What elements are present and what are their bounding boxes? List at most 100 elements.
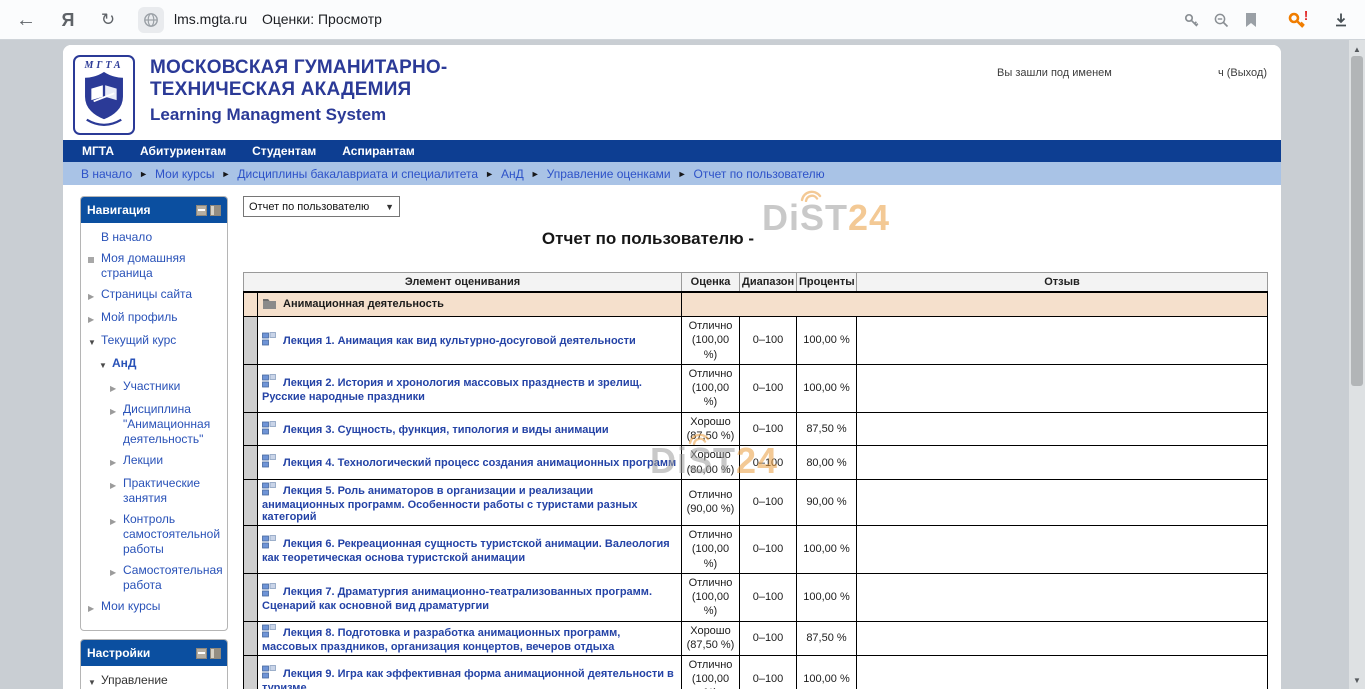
grade-item-link[interactable]: Лекция 9. Игра как эффективная форма ани… — [262, 668, 674, 689]
main-region: Отчет по пользователю ▼ Отчет по пользов… — [243, 196, 1267, 689]
sidebar-nav-item[interactable]: Контроль самостоятельной работы — [88, 512, 222, 557]
settings-block-title: Настройки — [87, 646, 193, 660]
password-key-icon[interactable] — [1180, 9, 1202, 31]
grade-item-link[interactable]: Лекция 3. Сущность, функция, типология и… — [283, 424, 609, 436]
col-header-item: Элемент оценивания — [244, 273, 682, 293]
dock-block-icon[interactable] — [210, 648, 221, 659]
breadcrumb-link[interactable]: Отчет по пользователю — [694, 167, 825, 181]
navigation-block-header: Навигация — [81, 197, 227, 223]
navbar-link[interactable]: Аспирантам — [342, 144, 415, 158]
sidebar-nav-item[interactable]: Моя домашняя страница — [88, 251, 222, 281]
sidebar-settings-item[interactable]: Управление оценками — [88, 673, 222, 689]
breadcrumb-link[interactable]: Дисциплины бакалавриата и специалитета — [237, 167, 478, 181]
grade-cell: Хорошо (80,00 %) — [682, 446, 740, 480]
sidebar-item-label: Участники — [123, 379, 180, 394]
tree-toggle-icon — [88, 251, 101, 263]
grade-item-row: Лекция 9. Игра как эффективная форма ани… — [244, 655, 1268, 689]
col-header-range: Диапазон — [740, 273, 797, 293]
back-icon[interactable]: ← — [14, 8, 38, 32]
sidebar-nav-item[interactable]: Текущий курс — [88, 333, 222, 350]
sidebar-nav-item[interactable]: Самостоятельная работа — [88, 563, 222, 593]
password-alert-icon[interactable]: ! — [1286, 9, 1308, 31]
sidebar-item-label: Мои курсы — [101, 599, 160, 614]
sidebar-item-label: Управление оценками — [101, 673, 222, 689]
tree-toggle-icon — [88, 333, 101, 350]
grade-item-row: Лекция 6. Рекреационная сущность туристс… — [244, 525, 1268, 573]
scroll-up-icon[interactable]: ▲ — [1349, 42, 1365, 56]
grade-cell: Отлично (100,00 %) — [682, 655, 740, 689]
logout-link[interactable]: ч (Выход) — [1218, 67, 1267, 79]
grade-item-link[interactable]: Лекция 8. Подготовка и разработка анимац… — [262, 627, 620, 653]
grade-report-icon — [88, 673, 101, 689]
percent-cell: 80,00 % — [797, 446, 857, 480]
settings-block-header: Настройки — [81, 640, 227, 666]
item-title-cell: Лекция 2. История и хронология массовых … — [258, 364, 682, 412]
sidebar-nav-item[interactable]: Мой профиль — [88, 310, 222, 327]
navbar-link[interactable]: Студентам — [252, 144, 316, 158]
breadcrumb: ► В начало ► Мои курсы ► Дисциплины бака… — [63, 162, 1281, 185]
url-text[interactable]: lms.mgta.ru — [174, 11, 247, 27]
breadcrumb-link[interactable]: Управление оценками — [547, 167, 671, 181]
site-header: МГТА МОСКОВСКАЯ ГУМАНИТАРНО- ТЕХНИЧЕСКАЯ… — [63, 45, 1281, 140]
activity-icon — [262, 454, 276, 471]
site-favicon-box[interactable] — [138, 7, 164, 33]
zoom-search-icon[interactable] — [1210, 9, 1232, 31]
grade-item-link[interactable]: Лекция 2. История и хронология массовых … — [262, 377, 642, 403]
dock-block-icon[interactable] — [210, 205, 221, 216]
lesson-icon — [262, 421, 276, 435]
sidebar-item-label: Дисциплина "Анимационная деятельность" — [123, 402, 222, 447]
sidebar-nav-item[interactable]: Практические занятия — [88, 476, 222, 506]
sidebar-item-label: В начало — [101, 230, 152, 245]
bookmark-icon[interactable] — [1240, 9, 1262, 31]
percent-cell: 87,50 % — [797, 621, 857, 655]
yandex-browser-icon[interactable]: Я — [56, 8, 80, 32]
grade-item-link[interactable]: Лекция 5. Роль аниматоров в организации … — [262, 485, 638, 523]
sidebar-nav-item[interactable]: Мои курсы — [88, 599, 222, 616]
grade-item-link[interactable]: Лекция 4. Технологический процесс создан… — [283, 457, 676, 469]
sidebar-nav-item[interactable]: Дисциплина "Анимационная деятельность" — [88, 402, 222, 447]
percent-cell: 100,00 % — [797, 525, 857, 573]
sidebar-nav-item[interactable]: Лекции — [88, 453, 222, 470]
breadcrumb-separator: ► — [221, 169, 230, 179]
lesson-icon — [262, 332, 276, 346]
breadcrumb-link[interactable]: АнД — [501, 167, 524, 181]
reload-icon[interactable]: ↻ — [96, 8, 120, 32]
navbar-link[interactable]: Абитуриентам — [140, 144, 226, 158]
sidebar-nav-item[interactable]: В начало — [88, 230, 222, 245]
percent-cell: 100,00 % — [797, 655, 857, 689]
activity-icon — [262, 583, 276, 600]
grade-item-link[interactable]: Лекция 6. Рекреационная сущность туристс… — [262, 538, 670, 564]
collapse-block-icon[interactable] — [196, 205, 207, 216]
desktop-background: МГТА МОСКОВСКАЯ ГУМАНИТАРНО- ТЕХНИЧЕСКАЯ… — [0, 40, 1365, 689]
report-type-select[interactable]: Отчет по пользователю ▼ — [243, 196, 400, 217]
grade-cell: Отлично (100,00 %) — [682, 317, 740, 365]
scroll-down-icon[interactable]: ▼ — [1349, 673, 1365, 687]
range-cell: 0–100 — [740, 621, 797, 655]
sidebar-item-label: Контроль самостоятельной работы — [123, 512, 222, 557]
mgta-logo[interactable]: МГТА — [73, 55, 135, 135]
navbar-link[interactable]: МГТА — [82, 144, 114, 158]
grade-item-row: Лекция 2. История и хронология массовых … — [244, 364, 1268, 412]
tree-toggle-icon — [88, 599, 101, 616]
sidebar-nav-item[interactable]: АнД — [88, 356, 222, 373]
table-header-row: Элемент оценивания Оценка Диапазон Проце… — [244, 273, 1268, 293]
sidebar-nav-item[interactable]: Страницы сайта — [88, 287, 222, 304]
grade-item-row: Лекция 7. Драматургия анимационно-театра… — [244, 573, 1268, 621]
indent-cell — [244, 525, 258, 573]
chevron-down-icon: ▼ — [385, 202, 394, 212]
sidebar-item-label: Страницы сайта — [101, 287, 192, 302]
scroll-thumb[interactable] — [1351, 56, 1363, 386]
tree-toggle-icon — [110, 476, 123, 493]
scrollbar[interactable]: ▲ ▼ — [1349, 40, 1365, 689]
collapse-block-icon[interactable] — [196, 648, 207, 659]
grade-item-link[interactable]: Лекция 7. Драматургия анимационно-театра… — [262, 586, 652, 612]
grade-cell: Отлично (90,00 %) — [682, 479, 740, 525]
sidebar: Навигация В начало — [80, 196, 228, 689]
activity-icon — [262, 482, 276, 499]
grade-item-link[interactable]: Лекция 1. Анимация как вид культурно-дос… — [283, 335, 636, 347]
sidebar-nav-item[interactable]: Участники — [88, 379, 222, 396]
breadcrumb-link[interactable]: Мои курсы — [155, 167, 214, 181]
download-icon[interactable] — [1330, 9, 1352, 31]
breadcrumb-link[interactable]: В начало — [81, 167, 132, 181]
item-title-cell: Лекция 7. Драматургия анимационно-театра… — [258, 573, 682, 621]
